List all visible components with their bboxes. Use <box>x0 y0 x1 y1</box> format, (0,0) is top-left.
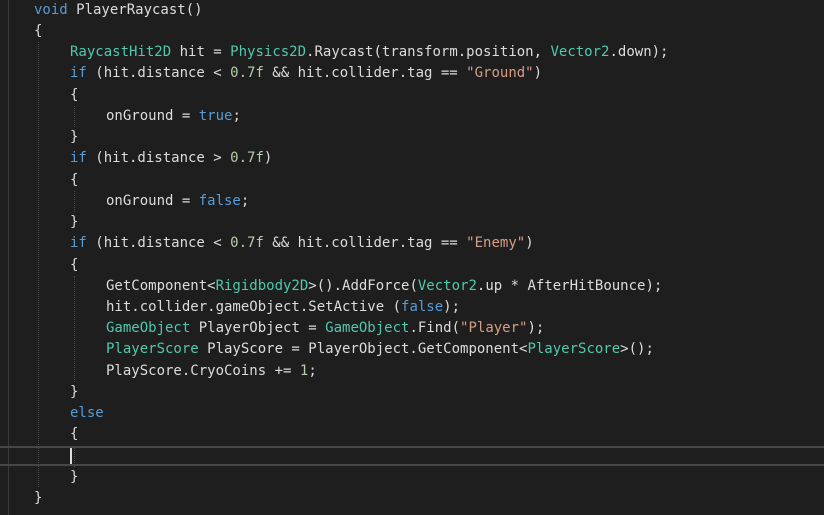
code-line[interactable]: PlayerScore PlayScore = PlayerObject.Get… <box>0 339 824 360</box>
code-token: ); <box>443 299 461 315</box>
code-line[interactable]: hit.collider.gameObject.SetActive (false… <box>0 297 824 318</box>
code-token: onGround = <box>106 108 199 124</box>
code-token: >(); <box>620 341 654 357</box>
code-token: "Ground" <box>466 65 534 81</box>
code-line[interactable]: PlayScore.CryoCoins += 1; <box>0 361 824 382</box>
code-token: Rigidbody2D <box>215 278 309 294</box>
code-token: false <box>198 193 241 209</box>
code-token: "Player" <box>460 320 528 336</box>
code-token: ) <box>533 65 543 81</box>
code-line[interactable]: if (hit.distance > 0.7f) <box>0 148 824 169</box>
code-token: hit.collider.gameObject.SetActive ( <box>106 299 402 315</box>
code-line[interactable]: { <box>0 255 824 276</box>
code-token: void <box>34 2 68 18</box>
code-line[interactable]: void PlayerRaycast() <box>0 0 824 21</box>
code-token: .Raycast(transform.position, <box>306 44 551 60</box>
code-line[interactable]: GetComponent<Rigidbody2D>().AddForce(Vec… <box>0 276 824 297</box>
code-line[interactable]: } <box>0 488 824 509</box>
code-line[interactable]: onGround = true; <box>0 106 824 127</box>
code-token: false <box>401 299 444 315</box>
code-token: { <box>70 87 79 103</box>
code-line[interactable]: { <box>0 21 824 42</box>
code-token: } <box>70 129 79 145</box>
code-token: ; <box>240 193 250 209</box>
code-token: ) <box>263 150 273 166</box>
code-line[interactable]: RaycastHit2D hit = Physics2D.Raycast(tra… <box>0 42 824 63</box>
code-token: && hit.collider.tag == <box>263 65 467 81</box>
code-token: PlayerScore <box>106 341 199 357</box>
code-token: ; <box>308 363 317 379</box>
code-token: } <box>70 214 79 230</box>
code-token: 0.7f <box>230 235 264 251</box>
code-token: { <box>70 426 79 442</box>
code-token: else <box>70 405 104 421</box>
code-token: Physics2D <box>230 44 307 60</box>
code-line[interactable] <box>0 446 824 467</box>
code-line[interactable]: } <box>0 382 824 403</box>
code-line[interactable]: else <box>0 403 824 424</box>
code-token: (hit.distance < <box>86 235 231 251</box>
code-token: .Find( <box>409 320 461 336</box>
code-token: true <box>198 108 233 124</box>
code-token: && hit.collider.tag == <box>263 235 467 251</box>
code-token: PlayScore.CryoCoins += <box>106 363 300 379</box>
code-line[interactable]: } <box>0 212 824 233</box>
code-token: { <box>34 23 43 39</box>
code-token: } <box>70 469 79 485</box>
code-token: GetComponent< <box>106 278 216 294</box>
code-token: RaycastHit2D <box>70 44 172 60</box>
code-token: Vector2 <box>417 278 477 294</box>
code-token: GameObject <box>325 320 410 336</box>
code-token: 0.7f <box>230 150 264 166</box>
code-editor[interactable]: void PlayerRaycast() { RaycastHit2D hit = … <box>0 0 824 515</box>
code-token: .up * AfterHitBounce); <box>476 278 663 294</box>
code-token: { <box>70 172 79 188</box>
code-token: >().AddForce( <box>308 278 418 294</box>
code-token: (hit.distance > <box>86 150 231 166</box>
code-line[interactable]: { <box>0 85 824 106</box>
code-line[interactable]: } <box>0 127 824 148</box>
code-token: if <box>70 150 87 166</box>
code-token: "Enemy" <box>466 235 526 251</box>
code-line[interactable]: if (hit.distance < 0.7f && hit.collider.… <box>0 233 824 254</box>
code-token: 0.7f <box>230 65 264 81</box>
code-line[interactable]: if (hit.distance < 0.7f && hit.collider.… <box>0 63 824 84</box>
code-token: ; <box>232 108 241 124</box>
code-token: Vector2 <box>550 44 610 60</box>
code-token: (hit.distance < <box>86 65 231 81</box>
code-token: ) <box>525 235 534 251</box>
code-line[interactable]: GameObject PlayerObject = GameObject.Fin… <box>0 318 824 339</box>
code-token: onGround = <box>106 193 199 209</box>
code-token: .down); <box>609 44 669 60</box>
code-token: if <box>70 235 87 251</box>
code-token: } <box>70 384 79 400</box>
code-line[interactable]: { <box>0 170 824 191</box>
code-token: PlayerScore <box>527 341 621 357</box>
code-token: PlayerRaycast() <box>67 2 203 18</box>
code-token: if <box>70 65 87 81</box>
code-token: } <box>34 490 43 506</box>
code-token: PlayScore = PlayerObject.GetComponent< <box>198 341 528 357</box>
code-line[interactable]: onGround = false; <box>0 191 824 212</box>
code-token: ); <box>527 320 545 336</box>
code-token: hit = <box>171 44 231 60</box>
code-token: PlayerObject = <box>190 320 326 336</box>
code-line[interactable]: { <box>0 424 824 445</box>
code-token: { <box>70 257 79 273</box>
code-token: GameObject <box>106 320 191 336</box>
code-line[interactable]: } <box>0 467 824 488</box>
